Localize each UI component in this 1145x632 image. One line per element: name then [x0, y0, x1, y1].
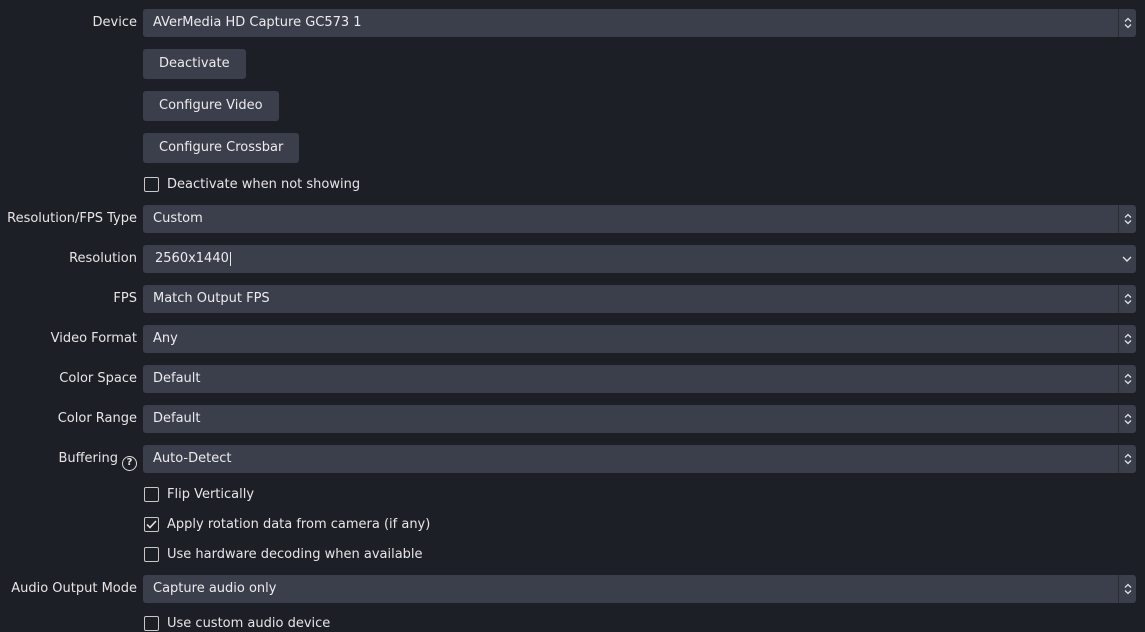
text-caret — [229, 251, 231, 266]
configure-video-button[interactable]: Configure Video — [143, 91, 279, 121]
fps-label: FPS — [113, 291, 137, 306]
flip-vertically-checkbox[interactable]: Flip Vertically — [144, 485, 254, 503]
configure-crossbar-button[interactable]: Configure Crossbar — [143, 133, 300, 163]
custom-audio-device-checkbox[interactable]: Use custom audio device — [144, 614, 330, 632]
color-range-value: Default — [153, 411, 201, 426]
audio-output-mode-label: Audio Output Mode — [11, 581, 137, 596]
fps-select[interactable]: Match Output FPS — [143, 285, 1136, 313]
deactivate-button[interactable]: Deactivate — [143, 49, 246, 79]
checkbox-box[interactable] — [144, 615, 159, 631]
resolution-combo-input[interactable]: 2560x1440 — [143, 245, 1136, 273]
checkbox-label: Use hardware decoding when available — [167, 546, 423, 562]
device-label: Device — [92, 15, 137, 30]
updown-arrows-icon — [1118, 9, 1136, 37]
updown-arrows-icon — [1118, 325, 1136, 353]
color-range-select[interactable]: Default — [143, 405, 1136, 433]
buffering-select[interactable]: Auto-Detect — [143, 445, 1136, 473]
checkbox-label: Use custom audio device — [167, 615, 331, 631]
audio-output-mode-value: Capture audio only — [153, 581, 277, 596]
resolution-fps-type-label: Resolution/FPS Type — [7, 211, 137, 226]
checkbox-label: Apply rotation data from camera (if any) — [167, 516, 431, 532]
updown-arrows-icon — [1118, 285, 1136, 313]
color-space-label: Color Space — [59, 371, 137, 386]
device-value: AVerMedia HD Capture GC573 1 — [153, 15, 362, 30]
audio-output-mode-select[interactable]: Capture audio only — [143, 575, 1136, 603]
checkbox-label: Flip Vertically — [167, 486, 255, 502]
updown-arrows-icon — [1118, 205, 1136, 233]
color-space-select[interactable]: Default — [143, 365, 1136, 393]
updown-arrows-icon — [1118, 445, 1136, 473]
apply-rotation-checkbox[interactable]: Apply rotation data from camera (if any) — [144, 515, 430, 533]
resolution-value[interactable]: 2560x1440 — [155, 251, 229, 266]
checkbox-box[interactable] — [144, 176, 159, 192]
fps-value: Match Output FPS — [153, 291, 270, 306]
checkmark-icon — [146, 519, 157, 529]
buffering-label: Buffering — [58, 451, 118, 466]
device-select[interactable]: AVerMedia HD Capture GC573 1 — [143, 9, 1136, 37]
video-format-label: Video Format — [50, 331, 137, 346]
checkbox-box[interactable] — [144, 546, 159, 562]
buffering-label-group: Buffering? — [58, 445, 137, 473]
video-format-select[interactable]: Any — [143, 325, 1136, 353]
buffering-value: Auto-Detect — [153, 451, 232, 466]
updown-arrows-icon — [1118, 365, 1136, 393]
color-space-value: Default — [153, 371, 201, 386]
color-range-label: Color Range — [57, 411, 137, 426]
deactivate-when-not-showing-checkbox[interactable]: Deactivate when not showing — [144, 175, 360, 193]
question-circle-icon[interactable]: ? — [122, 455, 137, 471]
updown-arrows-icon — [1118, 405, 1136, 433]
hardware-decoding-checkbox[interactable]: Use hardware decoding when available — [144, 545, 423, 563]
resolution-label: Resolution — [69, 251, 137, 266]
video-format-value: Any — [153, 331, 178, 346]
checkbox-box[interactable] — [144, 486, 159, 502]
resolution-fps-type-select[interactable]: Custom — [143, 205, 1136, 233]
chevron-down-icon[interactable] — [1118, 245, 1136, 273]
checkbox-label: Deactivate when not showing — [167, 176, 361, 192]
checkbox-box[interactable] — [144, 516, 159, 532]
resolution-fps-type-value: Custom — [153, 211, 203, 226]
updown-arrows-icon — [1118, 575, 1136, 603]
